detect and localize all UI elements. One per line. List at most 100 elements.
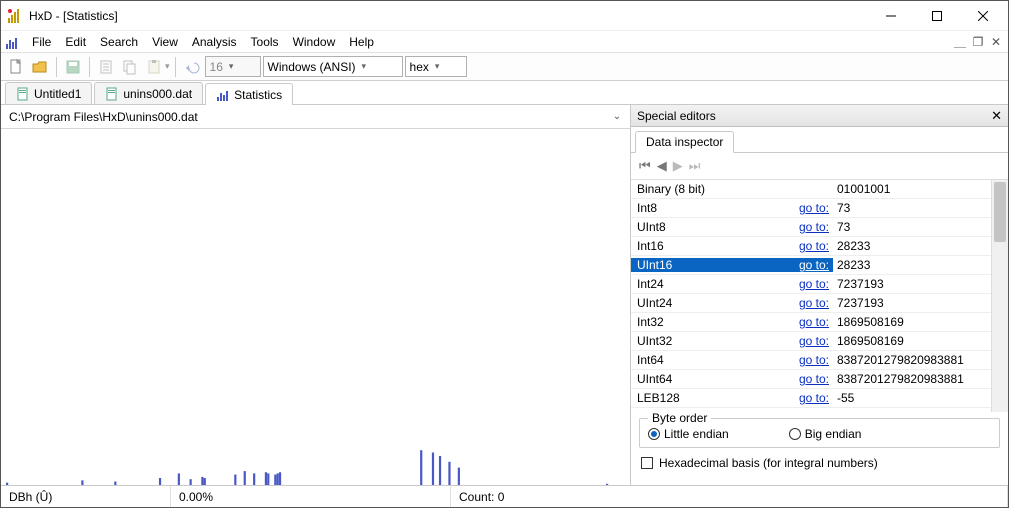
- goto-cell[interactable]: go to:: [791, 391, 833, 405]
- menu-file[interactable]: File: [25, 33, 58, 51]
- table-row[interactable]: Int64 go to: 8387201279820983881: [631, 351, 991, 370]
- goto-link[interactable]: go to:: [799, 277, 829, 291]
- table-row[interactable]: Int8 go to: 73: [631, 199, 991, 218]
- goto-cell[interactable]: go to:: [791, 410, 833, 412]
- maximize-button[interactable]: [914, 1, 960, 31]
- checkbox-hex-basis[interactable]: Hexadecimal basis (for integral numbers): [641, 456, 998, 470]
- goto-link[interactable]: go to:: [799, 296, 829, 310]
- goto-cell[interactable]: go to:: [791, 277, 833, 291]
- type-cell: Binary (8 bit): [631, 182, 791, 196]
- table-row[interactable]: Int32go to:1869508169: [631, 313, 991, 332]
- value-cell[interactable]: 8387201279820983881: [833, 353, 991, 367]
- goto-cell[interactable]: go to:: [791, 239, 833, 253]
- goto-link[interactable]: go to:: [799, 258, 829, 272]
- goto-cell[interactable]: go to:: [791, 353, 833, 367]
- goto-cell[interactable]: go to:: [791, 334, 833, 348]
- goto-link[interactable]: go to:: [799, 353, 829, 367]
- table-row[interactable]: UInt32go to:1869508169: [631, 332, 991, 351]
- goto-cell[interactable]: go to:: [791, 201, 833, 215]
- value-cell[interactable]: 73: [833, 410, 991, 412]
- undo-button[interactable]: [181, 56, 203, 78]
- value-cell[interactable]: 1869508169: [833, 334, 991, 348]
- table-row[interactable]: UInt64go to:8387201279820983881: [631, 370, 991, 389]
- goto-cell[interactable]: go to:: [791, 296, 833, 310]
- close-button[interactable]: [960, 1, 1006, 31]
- nav-next-icon[interactable]: ▶: [673, 158, 683, 174]
- radio-little-endian[interactable]: Little endian: [648, 427, 729, 441]
- mdi-close-icon[interactable]: ✕: [988, 34, 1004, 50]
- combo-value: 16: [210, 60, 223, 74]
- bytes-per-row-combo[interactable]: 16▾: [205, 56, 261, 77]
- value-cell[interactable]: 7237193: [833, 296, 991, 310]
- goto-link[interactable]: go to:: [799, 239, 829, 253]
- chevron-down-icon[interactable]: ⌄: [608, 111, 626, 122]
- goto-cell[interactable]: go to:: [791, 315, 833, 329]
- value-cell[interactable]: 28233: [833, 258, 991, 272]
- menu-search[interactable]: Search: [93, 33, 145, 51]
- table-row[interactable]: UInt8go to:73: [631, 218, 991, 237]
- nav-last-icon[interactable]: ⏭: [689, 158, 701, 174]
- goto-link[interactable]: go to:: [799, 220, 829, 234]
- copy-button[interactable]: [119, 56, 141, 78]
- save-button[interactable]: [62, 56, 84, 78]
- minimize-button[interactable]: [868, 1, 914, 31]
- close-panel-button[interactable]: ✕: [991, 108, 1002, 124]
- dropdown-arrow-icon[interactable]: ▾: [165, 61, 170, 72]
- nav-prev-icon[interactable]: ◀: [657, 158, 667, 174]
- chevron-down-icon: ▾: [362, 61, 367, 72]
- paste-button[interactable]: [143, 56, 165, 78]
- encoding-combo[interactable]: Windows (ANSI)▾: [263, 56, 403, 77]
- goto-link[interactable]: go to:: [799, 334, 829, 348]
- menu-edit[interactable]: Edit: [58, 33, 93, 51]
- value-cell[interactable]: 73: [833, 201, 991, 215]
- open-file-button[interactable]: [29, 56, 51, 78]
- radio-big-endian[interactable]: Big endian: [789, 427, 862, 441]
- value-cell[interactable]: -55: [833, 391, 991, 405]
- table-row[interactable]: Binary (8 bit) 01001001: [631, 180, 991, 199]
- type-cell: Int64: [631, 353, 791, 367]
- goto-link[interactable]: go to:: [799, 315, 829, 329]
- value-cell[interactable]: 8387201279820983881: [833, 372, 991, 386]
- goto-link[interactable]: go to:: [799, 410, 829, 412]
- value-cell[interactable]: 28233: [833, 239, 991, 253]
- menu-tools[interactable]: Tools: [244, 33, 286, 51]
- table-row[interactable]: UInt24go to:7237193: [631, 294, 991, 313]
- goto-cell[interactable]: go to:: [791, 372, 833, 386]
- radio-dot-icon: [648, 428, 660, 440]
- tab-statistics[interactable]: Statistics: [205, 83, 293, 105]
- table-row[interactable]: UInt16go to:28233: [631, 256, 991, 275]
- bars-icon: [5, 34, 21, 50]
- goto-cell[interactable]: go to:: [791, 220, 833, 234]
- value-cell[interactable]: 73: [833, 220, 991, 234]
- scrollbar[interactable]: [991, 180, 1008, 412]
- menu-analysis[interactable]: Analysis: [185, 33, 244, 51]
- value-cell[interactable]: 7237193: [833, 277, 991, 291]
- tab-unins000[interactable]: unins000.dat: [94, 82, 203, 104]
- cut-button[interactable]: [95, 56, 117, 78]
- histogram-area[interactable]: [1, 129, 630, 485]
- menu-window[interactable]: Window: [286, 33, 343, 51]
- new-file-button[interactable]: [5, 56, 27, 78]
- value-cell[interactable]: 01001001: [833, 182, 991, 196]
- mdi-minimize-icon[interactable]: ＿: [952, 34, 968, 50]
- goto-link[interactable]: go to:: [799, 372, 829, 386]
- type-cell: Int8: [631, 201, 791, 215]
- number-base-combo[interactable]: hex▾: [405, 56, 467, 77]
- combo-value: hex: [410, 60, 429, 74]
- goto-link[interactable]: go to:: [799, 391, 829, 405]
- goto-link[interactable]: go to:: [799, 201, 829, 215]
- status-percent: 0.00%: [171, 486, 451, 507]
- nav-first-icon[interactable]: ⏮: [639, 158, 651, 174]
- mdi-restore-icon[interactable]: ❐: [970, 34, 986, 50]
- tab-data-inspector[interactable]: Data inspector: [635, 131, 734, 153]
- menu-help[interactable]: Help: [342, 33, 381, 51]
- path-input[interactable]: [5, 108, 608, 126]
- table-row[interactable]: LEB128go to:-55: [631, 389, 991, 408]
- record-nav: ⏮ ◀ ▶ ⏭: [631, 153, 1008, 179]
- menu-view[interactable]: View: [145, 33, 185, 51]
- table-row[interactable]: Int24go to:7237193: [631, 275, 991, 294]
- tab-untitled1[interactable]: Untitled1: [5, 82, 92, 104]
- table-row[interactable]: Int16go to:28233: [631, 237, 991, 256]
- goto-cell[interactable]: go to:: [791, 258, 833, 272]
- value-cell[interactable]: 1869508169: [833, 315, 991, 329]
